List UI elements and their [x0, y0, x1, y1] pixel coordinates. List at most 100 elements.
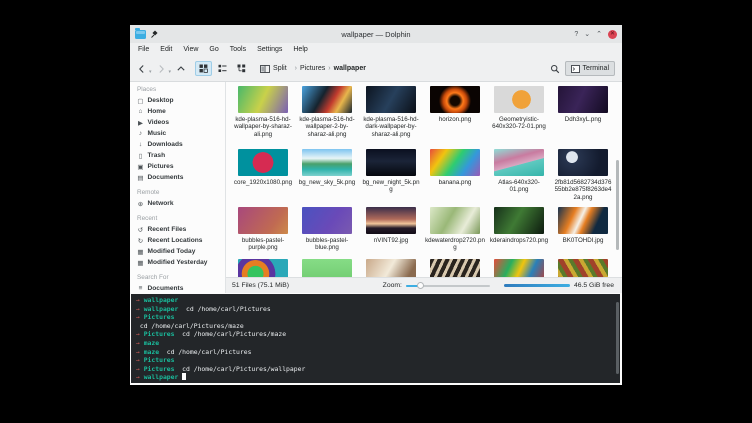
sidebar-item-pictures[interactable]: ▣Pictures — [137, 161, 223, 172]
bird-nature-thumb[interactable] — [366, 259, 416, 277]
file-item[interactable]: kdewaterdrop2720.png — [423, 205, 487, 257]
close-button[interactable]: ✕ — [608, 30, 617, 39]
file-item[interactable]: Atlas-640x320-01.png — [487, 147, 551, 205]
file-item[interactable]: kderaindrops720.png — [487, 205, 551, 257]
up-button[interactable] — [176, 64, 186, 73]
file-item[interactable] — [551, 257, 615, 277]
sunset-dusk-thumb[interactable] — [366, 207, 416, 234]
terminal-line: → wallpaper — [136, 373, 620, 382]
file-item[interactable] — [295, 257, 359, 277]
sidebar-item-label: Home — [148, 108, 166, 115]
sidebar-item-music[interactable]: ♪Music — [137, 128, 223, 139]
black-hole-thumb[interactable] — [430, 86, 480, 113]
sidebar-item-videos[interactable]: ▶Videos — [137, 117, 223, 128]
abstract-dark-thumb[interactable] — [366, 86, 416, 113]
file-item[interactable]: Ddh3xyL.png — [551, 84, 615, 147]
menu-view[interactable]: View — [183, 46, 198, 53]
file-item[interactable]: bubbles-pastel-blue.png — [295, 205, 359, 257]
sidebar-item-network[interactable]: ⊕Network — [137, 198, 223, 209]
night-landscape-thumb[interactable] — [366, 149, 416, 176]
koi-fish-thumb[interactable] — [558, 207, 608, 234]
file-item[interactable] — [487, 257, 551, 277]
menu-settings[interactable]: Settings — [257, 46, 282, 53]
zoom-slider-handle[interactable] — [417, 282, 424, 289]
file-item[interactable]: nVINT92.jpg — [359, 205, 423, 257]
sidebar-item-documents[interactable]: ≡Documents — [137, 283, 223, 293]
crimson-circle-teal-thumb[interactable] — [238, 149, 288, 176]
file-item[interactable] — [359, 257, 423, 277]
file-item[interactable]: horizon.png — [423, 84, 487, 147]
file-item[interactable]: core_1920x1080.png — [231, 147, 295, 205]
file-item[interactable]: banana.png — [423, 147, 487, 205]
sidebar-item-modified-yesterday[interactable]: ▦Modified Yesterday — [137, 257, 223, 268]
file-item[interactable]: kde-plasma-516-hd-wallpaper-by-sharaz-al… — [231, 84, 295, 147]
moon-space-thumb[interactable] — [558, 149, 608, 176]
mountain-lake-thumb[interactable] — [302, 149, 352, 176]
icons-view-icon — [199, 64, 208, 73]
back-button[interactable] — [137, 64, 146, 74]
bubbles-blue-thumb[interactable] — [302, 207, 352, 234]
teal-pink-abstract-thumb[interactable] — [494, 149, 544, 176]
leaves-waterdrop-thumb[interactable] — [430, 207, 480, 234]
image-placeholder-thumb[interactable] — [302, 259, 352, 277]
back-history-caret-icon[interactable]: ▾ — [149, 69, 152, 75]
details-view-button[interactable] — [214, 61, 231, 76]
sidebar-item-desktop[interactable]: ▢Desktop — [137, 95, 223, 106]
file-item[interactable]: bg_new_night_5k.png — [359, 147, 423, 205]
sidebar-item-documents[interactable]: ▤Documents — [137, 172, 223, 183]
bubbles-purple-thumb[interactable] — [238, 207, 288, 234]
orange-circle-thumb[interactable] — [494, 86, 544, 113]
sidebar-item-home[interactable]: ⌂Home — [137, 106, 223, 117]
help-button[interactable]: ? — [574, 30, 578, 39]
menu-edit[interactable]: Edit — [160, 46, 172, 53]
split-view-icon — [260, 65, 270, 73]
icons-view-button[interactable] — [195, 61, 212, 76]
colorful-noise-thumb[interactable] — [494, 259, 544, 277]
rainbow-swirl-thumb[interactable] — [430, 149, 480, 176]
file-item[interactable]: kde-plasma-516-hd-dark-wallpaper-by-shar… — [359, 84, 423, 147]
terminal-panel[interactable]: → wallpaper→ wallpaper cd /home/carl/Pic… — [131, 294, 620, 383]
file-item[interactable]: BK0TOHDI.jpg — [551, 205, 615, 257]
titlebar[interactable]: wallpaper — Dolphin ? ⌄ ⌃ ✕ — [130, 25, 622, 43]
file-item[interactable] — [231, 257, 295, 277]
file-view-scrollbar[interactable] — [616, 160, 619, 250]
menu-tools[interactable]: Tools — [230, 46, 246, 53]
sidebar-item-modified-today[interactable]: ▦Modified Today — [137, 246, 223, 257]
forward-button[interactable] — [157, 64, 166, 74]
terminal-scrollbar[interactable] — [616, 302, 619, 374]
file-name: Ddh3xyL.png — [553, 116, 613, 124]
file-item[interactable] — [423, 257, 487, 277]
sidebar-item-label: Recent Files — [148, 226, 187, 233]
leaf-raindrops-thumb[interactable] — [494, 207, 544, 234]
sidebar-item-downloads[interactable]: ↓Downloads — [137, 139, 223, 150]
file-item[interactable]: kde-plasma-516-hd-wallpaper-2-by-sharaz-… — [295, 84, 359, 147]
menu-help[interactable]: Help — [293, 46, 307, 53]
breadcrumb-wallpaper[interactable]: wallpaper — [334, 65, 366, 72]
file-item[interactable]: Geometryistic-640x320-72-01.png — [487, 84, 551, 147]
terminal-toggle-button[interactable]: Terminal — [565, 61, 615, 76]
sidebar-item-recent-files[interactable]: ↺Recent Files — [137, 224, 223, 235]
sidebar-item-recent-locations[interactable]: ↻Recent Locations — [137, 235, 223, 246]
breadcrumb-pictures[interactable]: Pictures — [300, 65, 325, 72]
file-item[interactable]: bubbles-pastel-purple.png — [231, 205, 295, 257]
abstract-blue-red-thumb[interactable] — [302, 86, 352, 113]
maximize-button[interactable]: ⌃ — [596, 30, 602, 39]
terminal-line: → Pictures cd /home/carl/Pictures/maze — [136, 330, 620, 339]
minimize-button[interactable]: ⌄ — [584, 30, 590, 39]
concentric-rings-thumb[interactable] — [238, 259, 288, 277]
menu-go[interactable]: Go — [209, 46, 218, 53]
autumn-pattern-thumb[interactable] — [558, 259, 608, 277]
abstract-green-purple-thumb[interactable] — [238, 86, 288, 113]
dark-stripes-thumb[interactable] — [430, 259, 480, 277]
file-item[interactable]: 2fb81d5682734d37655bb2e875f8263de42a.png — [551, 147, 615, 205]
forward-history-caret-icon[interactable]: ▾ — [169, 69, 172, 75]
file-view[interactable]: kde-plasma-516-hd-wallpaper-by-sharaz-al… — [226, 82, 622, 277]
search-button[interactable] — [550, 64, 560, 74]
zoom-slider[interactable] — [406, 282, 490, 290]
purple-space-thumb[interactable] — [558, 86, 608, 113]
tree-view-button[interactable] — [233, 61, 250, 76]
split-button[interactable]: Split — [260, 65, 287, 73]
file-item[interactable]: bg_new_sky_5k.png — [295, 147, 359, 205]
menu-file[interactable]: File — [138, 46, 149, 53]
sidebar-item-trash[interactable]: ▯Trash — [137, 150, 223, 161]
